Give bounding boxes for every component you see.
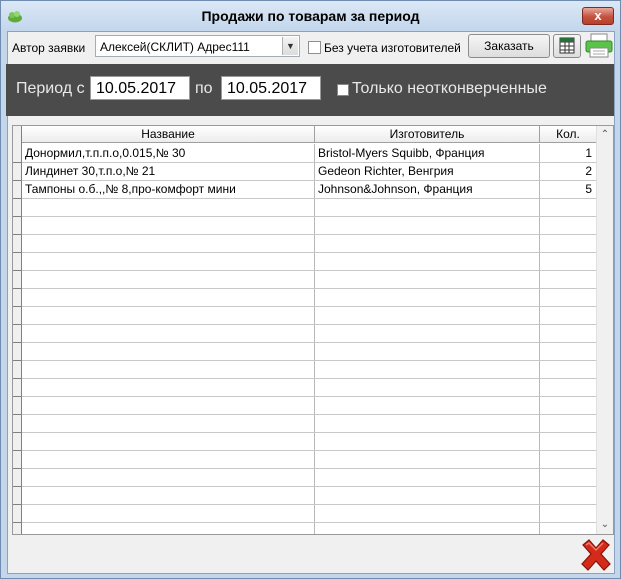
table-cell-qty[interactable]: 2	[540, 162, 592, 180]
table-cell-name[interactable]: Линдинет 30,т.п.о,№ 21	[25, 162, 313, 180]
only-unconverted-checkbox[interactable]	[337, 84, 349, 96]
grid-row-line	[13, 198, 597, 199]
table-cell-maker[interactable]: Johnson&Johnson, Франция	[318, 180, 538, 198]
row-header-mark	[13, 288, 22, 289]
table-cell-name[interactable]: Тампоны о.б.,,№ 8,про-комфорт мини	[25, 180, 313, 198]
author-select[interactable]: Алексей(СКЛИТ) Адрес111 ▼	[95, 35, 300, 57]
period-to-label: по	[195, 80, 213, 97]
row-header-mark	[13, 306, 22, 307]
row-header-mark	[13, 486, 22, 487]
grid-row-line	[13, 216, 597, 217]
row-header-mark	[13, 468, 22, 469]
row-header-mark	[13, 396, 22, 397]
period-from-input[interactable]: 10.05.2017	[90, 76, 190, 100]
grid-row-line	[13, 270, 597, 271]
grid-row-line	[13, 252, 597, 253]
row-header-mark	[13, 162, 22, 163]
author-label: Автор заявки	[12, 41, 86, 55]
grid-row-line	[13, 504, 597, 505]
row-header-mark	[13, 522, 22, 523]
column-divider	[539, 144, 540, 534]
grid-row-line	[13, 432, 597, 433]
table-cell-name[interactable]: Донормил,т.п.п.о,0.015,№ 30	[25, 144, 313, 162]
chevron-down-icon[interactable]: ▼	[282, 37, 298, 55]
grid-row-line	[13, 234, 597, 235]
spreadsheet-icon	[559, 37, 575, 54]
red-x-icon	[581, 539, 611, 571]
row-header-mark	[13, 216, 22, 217]
period-to-input[interactable]: 10.05.2017	[221, 76, 321, 100]
grid-row-line	[13, 450, 597, 451]
column-header-name[interactable]: Название	[22, 126, 315, 143]
grid-row-line	[13, 378, 597, 379]
sales-grid[interactable]: Название Изготовитель Кол. Донормил,т.п.…	[12, 125, 614, 535]
row-header-mark	[13, 450, 22, 451]
vertical-scrollbar[interactable]: ⌃ ⌄	[596, 126, 613, 534]
row-header-mark	[13, 234, 22, 235]
row-header-mark	[13, 342, 22, 343]
grid-row-line	[13, 288, 597, 289]
delete-button[interactable]	[578, 537, 614, 573]
column-header-qty[interactable]: Кол.	[540, 126, 597, 143]
grid-row-line	[13, 468, 597, 469]
row-header-mark	[13, 504, 22, 505]
close-window-button[interactable]: x	[582, 7, 614, 25]
row-header-mark	[13, 360, 22, 361]
grid-row-line	[13, 414, 597, 415]
grid-row-line	[13, 522, 597, 523]
table-cell-maker[interactable]: Bristol-Myers Squibb, Франция	[318, 144, 538, 162]
client-area: Автор заявки Алексей(СКЛИТ) Адрес111 ▼ Б…	[6, 31, 615, 574]
ignore-makers-label: Без учета изготовителей	[324, 41, 461, 55]
period-from-label: Период с	[16, 80, 85, 97]
grid-row-line	[13, 342, 597, 343]
scroll-up-icon[interactable]: ⌃	[597, 127, 613, 143]
row-header-mark	[13, 180, 22, 181]
row-header-mark	[13, 198, 22, 199]
row-header-mark	[13, 414, 22, 415]
excel-export-button[interactable]	[553, 34, 581, 58]
scroll-down-icon[interactable]: ⌄	[597, 517, 613, 533]
grid-row-line	[13, 306, 597, 307]
column-divider	[314, 144, 315, 534]
author-select-value: Алексей(СКЛИТ) Адрес111	[100, 40, 250, 54]
table-cell-maker[interactable]: Gedeon Richter, Венгрия	[318, 162, 538, 180]
title-bar[interactable]: Продажи по товарам за период x	[1, 1, 620, 31]
grid-row-line	[13, 360, 597, 361]
window-title: Продажи по товарам за период	[201, 8, 420, 24]
row-header-mark	[13, 432, 22, 433]
grid-row-line	[13, 324, 597, 325]
row-header-mark	[13, 252, 22, 253]
order-button[interactable]: Заказать	[468, 34, 550, 58]
period-panel: Период с 10.05.2017 по 10.05.2017 Только…	[6, 64, 614, 116]
grid-row-line	[13, 486, 597, 487]
row-header-mark	[13, 378, 22, 379]
grid-row-line	[13, 162, 597, 163]
row-header-mark	[13, 270, 22, 271]
grid-row-line	[13, 396, 597, 397]
table-cell-qty[interactable]: 1	[540, 144, 592, 162]
column-header-maker[interactable]: Изготовитель	[315, 126, 540, 143]
main-window: Продажи по товарам за период x Автор зая…	[0, 0, 621, 579]
print-button[interactable]	[585, 33, 613, 59]
grid-row-line	[13, 180, 597, 181]
ignore-makers-checkbox[interactable]	[308, 41, 321, 54]
printer-icon	[585, 33, 613, 58]
grid-body: Донормил,т.п.п.о,0.015,№ 30 Bristol-Myer…	[13, 144, 597, 534]
row-header-mark	[13, 324, 22, 325]
only-unconverted-label: Только неотконверченные	[352, 80, 547, 97]
table-cell-qty[interactable]: 5	[540, 180, 592, 198]
